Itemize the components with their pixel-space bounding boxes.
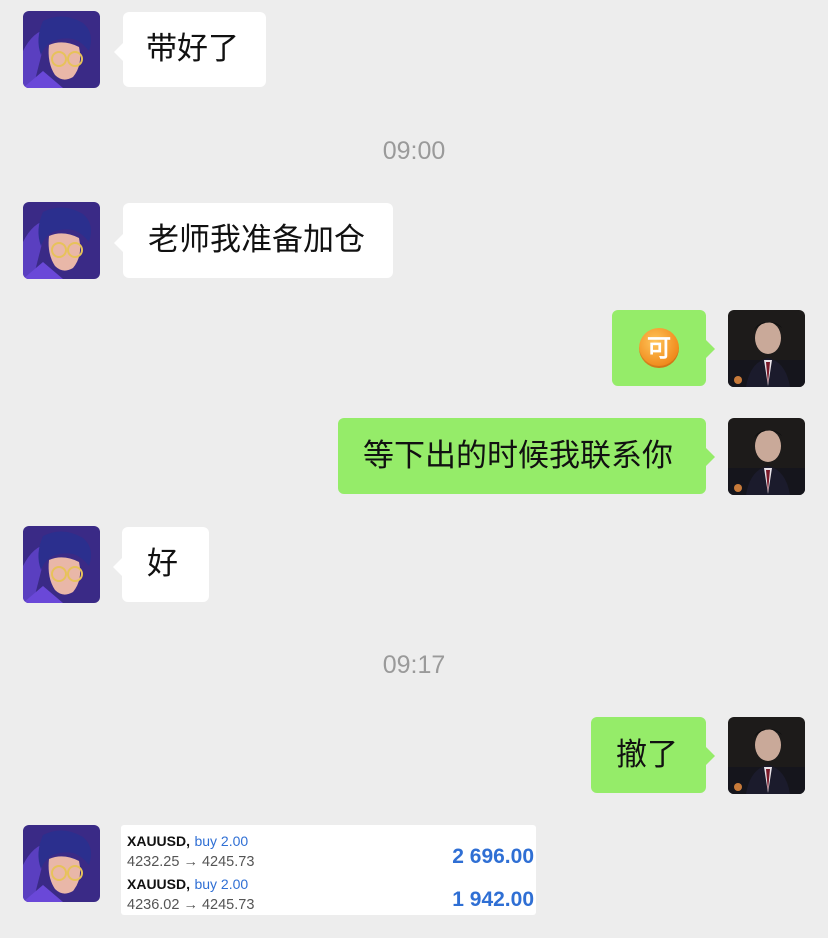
timestamp: 09:00	[382, 137, 446, 165]
contact-avatar[interactable]	[23, 202, 100, 279]
message-text: 好	[147, 546, 178, 582]
message-bubble-incoming[interactable]: 好	[113, 527, 209, 602]
message-bubble-incoming[interactable]: 老师我准备加仓	[114, 203, 393, 278]
trade-action: buy 2.00	[194, 833, 249, 849]
message-text: 等下出的时候我联系你	[363, 437, 673, 474]
message-text: 带好了	[146, 31, 239, 67]
self-avatar[interactable]	[728, 418, 805, 495]
contact-avatar[interactable]	[23, 825, 100, 902]
emoji-glyph: 可	[647, 334, 671, 362]
message-bubble-incoming[interactable]: 带好了	[114, 12, 266, 87]
contact-avatar[interactable]	[23, 526, 100, 603]
contact-avatar[interactable]	[23, 11, 100, 88]
trade-profit: 1 942.00	[452, 888, 534, 911]
trade-screenshot-image[interactable]: XAUUSD, buy 2.00 4232.25 → 4245.73 2 696…	[121, 825, 536, 915]
trade-symbol: XAUUSD,	[127, 833, 191, 849]
message-text: 撤了	[616, 736, 678, 773]
trade-profit: 2 696.00	[452, 845, 534, 868]
message-bubble-outgoing[interactable]: 等下出的时候我联系你	[338, 418, 715, 494]
trade-symbol: XAUUSD,	[127, 876, 191, 892]
message-bubble-outgoing[interactable]: 可	[612, 310, 715, 386]
message-text: 老师我准备加仓	[148, 222, 365, 258]
ke-emoji-icon: 可	[639, 328, 679, 368]
self-avatar[interactable]	[728, 717, 805, 794]
timestamp: 09:17	[382, 651, 446, 679]
trade-action: buy 2.00	[194, 876, 249, 892]
message-bubble-outgoing[interactable]: 撤了	[591, 717, 715, 793]
self-avatar[interactable]	[728, 310, 805, 387]
trade-row: XAUUSD, buy 2.00 4236.02 → 4245.73 1 942…	[127, 876, 536, 918]
trade-row: XAUUSD, buy 2.00 4232.25 → 4245.73 2 696…	[127, 833, 536, 875]
